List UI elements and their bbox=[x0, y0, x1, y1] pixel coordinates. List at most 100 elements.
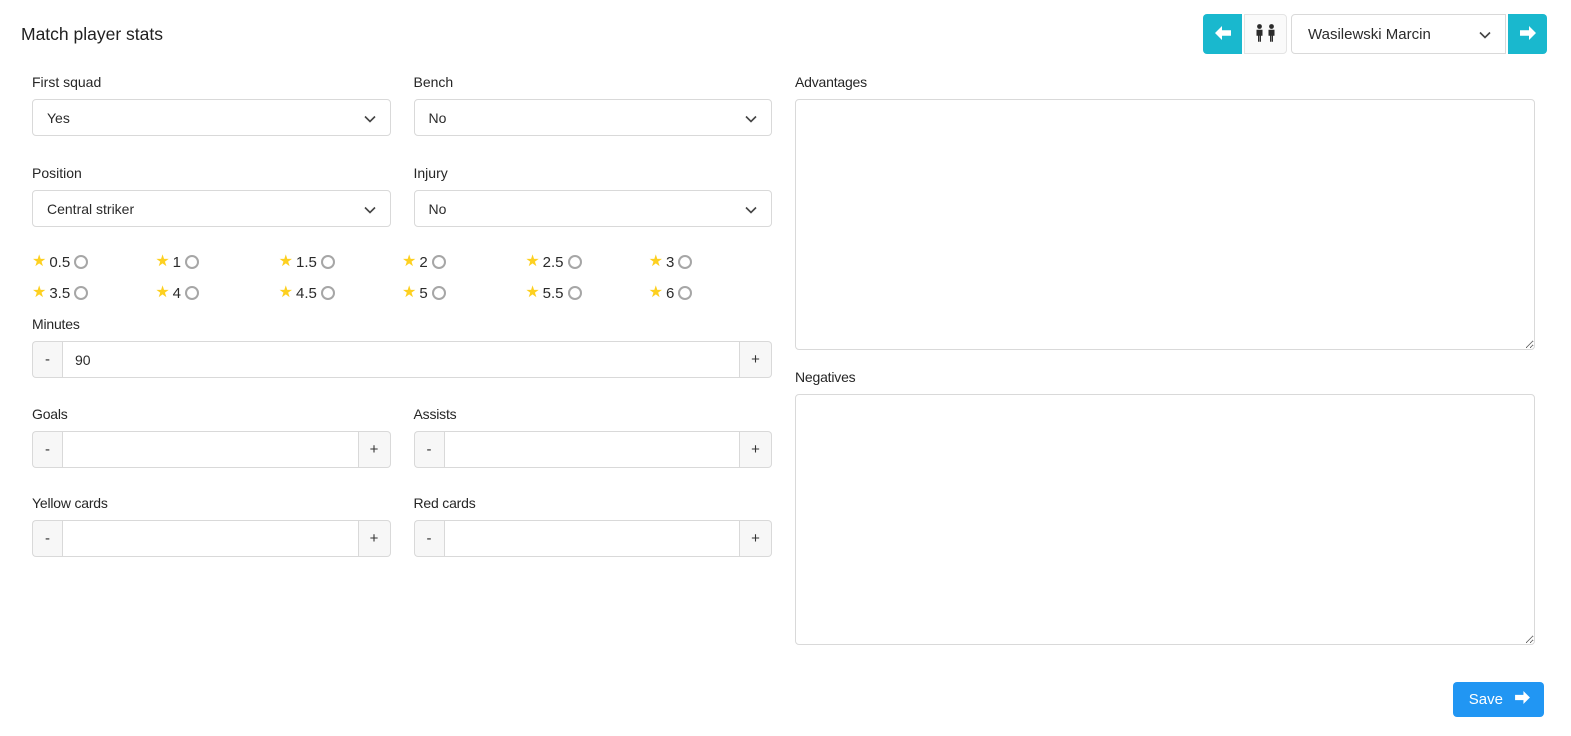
yellow-cards-label: Yellow cards bbox=[32, 495, 108, 511]
rating-option-label: 6 bbox=[666, 284, 675, 302]
rating-option-label: 0.5 bbox=[49, 253, 71, 271]
star-icon: ★ bbox=[155, 284, 170, 301]
injury-value: No bbox=[428, 200, 447, 217]
star-icon: ★ bbox=[278, 253, 293, 270]
bench-field: Bench No bbox=[413, 74, 772, 136]
assists-field: Assists - + bbox=[413, 406, 772, 468]
rating-option[interactable]: ★ 3.5 bbox=[32, 284, 155, 302]
rating-radio[interactable] bbox=[431, 255, 446, 269]
previous-player-button[interactable] bbox=[1203, 14, 1242, 54]
star-icon: ★ bbox=[32, 284, 47, 301]
rating-option[interactable]: ★ 6 bbox=[649, 284, 772, 302]
rating-option-label: 2.5 bbox=[542, 253, 564, 271]
rating-radio[interactable] bbox=[678, 286, 693, 300]
rating-radio[interactable] bbox=[567, 286, 582, 300]
injury-field: Injury No bbox=[413, 165, 772, 227]
bench-select[interactable]: No bbox=[413, 99, 772, 136]
minutes-field: Minutes - + bbox=[32, 316, 772, 378]
star-icon: ★ bbox=[525, 253, 540, 270]
minutes-decrement-button[interactable]: - bbox=[32, 341, 62, 378]
first-squad-field: First squad Yes bbox=[32, 74, 391, 136]
rating-radio[interactable] bbox=[678, 255, 693, 269]
rating-option[interactable]: ★ 1.5 bbox=[279, 253, 402, 271]
bench-value: No bbox=[428, 109, 447, 126]
rating-radio[interactable] bbox=[431, 286, 446, 300]
position-value: Central striker bbox=[47, 200, 135, 217]
rating-option-label: 2 bbox=[419, 253, 428, 271]
rating-radio[interactable] bbox=[185, 255, 200, 269]
first-squad-label: First squad bbox=[32, 74, 102, 90]
position-field: Position Central striker bbox=[32, 165, 391, 227]
assists-label: Assists bbox=[413, 406, 457, 422]
save-button[interactable]: Save bbox=[1452, 682, 1544, 717]
star-icon: ★ bbox=[155, 253, 170, 270]
goals-stepper: - + bbox=[32, 431, 391, 468]
rating-radio[interactable] bbox=[185, 286, 200, 300]
red-cards-increment-button[interactable]: + bbox=[740, 520, 772, 557]
rating-option-label: 1 bbox=[172, 253, 182, 271]
injury-label: Injury bbox=[413, 165, 448, 181]
rating-option[interactable]: ★ 0.5 bbox=[32, 253, 155, 271]
rating-radio[interactable] bbox=[74, 255, 89, 269]
rating-radio[interactable] bbox=[320, 286, 335, 300]
yellow-cards-decrement-button[interactable]: - bbox=[32, 520, 62, 557]
first-squad-value: Yes bbox=[47, 109, 70, 126]
page-title: Match player stats bbox=[21, 24, 163, 44]
yellow-cards-stepper: - + bbox=[32, 520, 391, 557]
position-select[interactable]: Central striker bbox=[32, 190, 391, 227]
injury-select[interactable]: No bbox=[413, 190, 772, 227]
minutes-increment-button[interactable]: + bbox=[740, 341, 772, 378]
notes-panel: Advantages Negatives bbox=[795, 74, 1535, 664]
negatives-textarea[interactable] bbox=[795, 394, 1535, 645]
people-icon bbox=[1254, 23, 1277, 45]
assists-increment-button[interactable]: + bbox=[740, 431, 772, 468]
players-list-button[interactable] bbox=[1244, 14, 1287, 54]
rating-option-label: 5.5 bbox=[542, 284, 564, 302]
chevron-down-icon bbox=[363, 110, 376, 126]
assists-input[interactable] bbox=[443, 431, 740, 468]
yellow-cards-increment-button[interactable]: + bbox=[358, 520, 391, 557]
first-squad-select[interactable]: Yes bbox=[32, 99, 391, 136]
star-icon: ★ bbox=[278, 284, 293, 301]
rating-option[interactable]: ★ 5 bbox=[402, 284, 525, 302]
assists-stepper: - + bbox=[413, 431, 772, 468]
rating-option[interactable]: ★ 2 bbox=[402, 253, 525, 271]
rating-option-label: 1.5 bbox=[296, 253, 317, 271]
player-select[interactable]: Wasilewski Marcin bbox=[1291, 14, 1506, 54]
goals-decrement-button[interactable]: - bbox=[32, 431, 62, 468]
red-cards-decrement-button[interactable]: - bbox=[413, 520, 444, 557]
rating-option-label: 3 bbox=[666, 253, 675, 271]
bench-label: Bench bbox=[413, 74, 454, 90]
star-icon: ★ bbox=[402, 253, 417, 270]
red-cards-field: Red cards - + bbox=[413, 495, 772, 557]
stats-form: First squad Yes Bench No Position Centra… bbox=[32, 74, 772, 557]
rating-option[interactable]: ★ 3 bbox=[649, 253, 772, 271]
rating-option[interactable]: ★ 4.5 bbox=[279, 284, 402, 302]
red-cards-label: Red cards bbox=[413, 495, 476, 511]
rating-radio[interactable] bbox=[320, 255, 335, 269]
rating-radio[interactable] bbox=[74, 286, 89, 300]
goals-increment-button[interactable]: + bbox=[358, 431, 391, 468]
next-player-button[interactable] bbox=[1508, 14, 1547, 54]
assists-decrement-button[interactable]: - bbox=[413, 431, 444, 468]
star-icon: ★ bbox=[648, 284, 663, 301]
player-navigation-toolbar: Wasilewski Marcin bbox=[1203, 14, 1547, 54]
star-icon: ★ bbox=[648, 253, 663, 270]
star-icon: ★ bbox=[525, 284, 540, 301]
arrow-left-icon bbox=[1214, 25, 1231, 43]
rating-option[interactable]: ★ 5.5 bbox=[525, 284, 648, 302]
rating-option[interactable]: ★ 1 bbox=[155, 253, 278, 271]
red-cards-input[interactable] bbox=[443, 520, 740, 557]
goals-input[interactable] bbox=[62, 431, 359, 468]
chevron-down-icon bbox=[745, 110, 757, 126]
goals-field: Goals - + bbox=[32, 406, 391, 468]
negatives-label: Negatives bbox=[795, 369, 856, 385]
advantages-textarea[interactable] bbox=[795, 99, 1535, 350]
rating-option[interactable]: ★ 2.5 bbox=[525, 253, 648, 271]
minutes-input[interactable] bbox=[62, 341, 740, 378]
minutes-stepper: - + bbox=[32, 341, 772, 378]
advantages-field: Advantages bbox=[795, 74, 1535, 350]
yellow-cards-input[interactable] bbox=[62, 520, 359, 557]
rating-radio[interactable] bbox=[567, 255, 582, 269]
rating-option[interactable]: ★ 4 bbox=[155, 284, 278, 302]
